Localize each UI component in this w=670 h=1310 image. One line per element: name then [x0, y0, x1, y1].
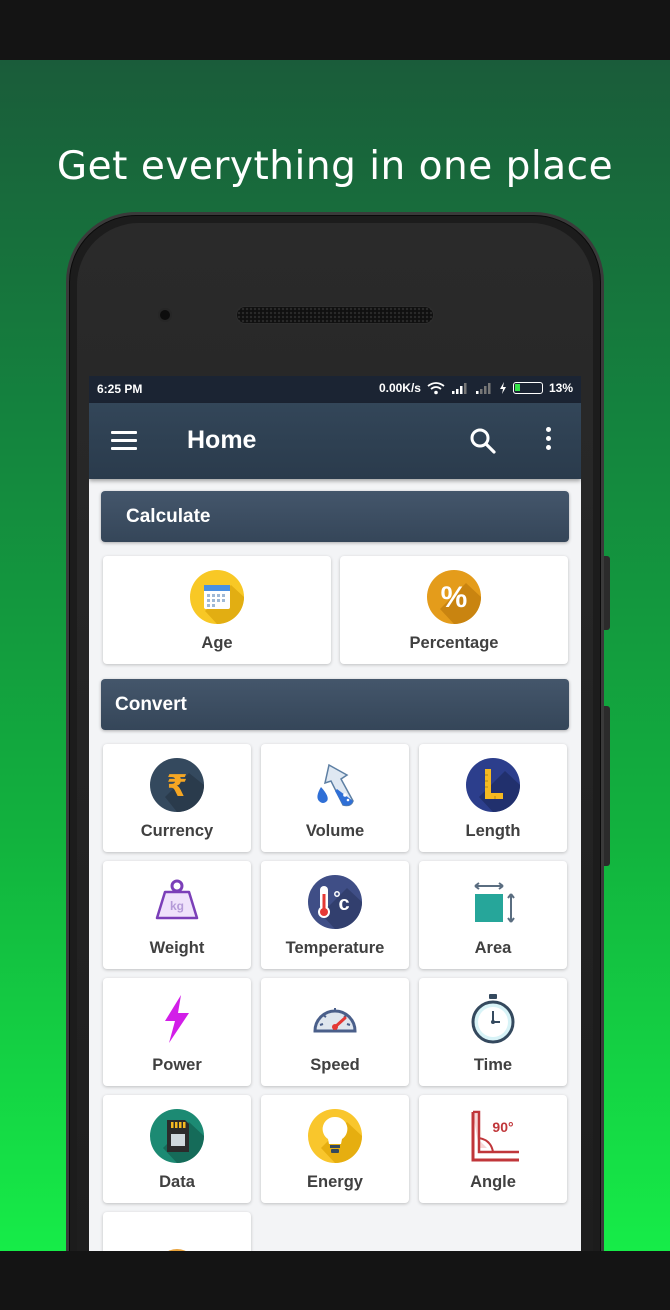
battery-percent: 13% [548, 381, 573, 395]
phone-power-button [604, 706, 610, 866]
tile-volume[interactable]: Volume [261, 744, 409, 852]
tile-label: Currency [140, 822, 214, 840]
tile-label: Length [465, 822, 521, 840]
tile-label: Age [201, 634, 233, 652]
tile-partial[interactable] [103, 1212, 251, 1251]
signal-icon [451, 383, 467, 394]
tile-label: Volume [305, 822, 365, 840]
tile-weight[interactable]: kg Weight [103, 861, 251, 969]
svg-text:c: c [338, 893, 349, 915]
tile-label: Temperature [285, 939, 385, 957]
more-options-icon[interactable] [539, 427, 557, 457]
promo-headline: Get everything in one place [56, 144, 614, 189]
tile-power[interactable]: Power [103, 978, 251, 1086]
status-bar: 6:25 PM 0.00K/s 13% [89, 376, 581, 403]
partial-icon [168, 1249, 186, 1251]
status-right: 0.00K/s 13% [379, 381, 573, 395]
phone-speaker [236, 306, 434, 324]
section-header-convert: Convert [101, 679, 569, 730]
section-header-calculate: Calculate [101, 491, 569, 542]
signal-icon-2 [475, 383, 491, 394]
tile-label: Speed [310, 1056, 360, 1074]
lightning-icon [165, 995, 189, 1043]
app-bar-title: Home [187, 426, 257, 454]
tile-temperature[interactable]: c Temperature [261, 861, 409, 969]
tile-data[interactable]: Data [103, 1095, 251, 1203]
tile-label: Data [159, 1173, 195, 1191]
tile-angle[interactable]: 90° Angle [419, 1095, 567, 1203]
tile-speed[interactable]: Speed [261, 978, 409, 1086]
tile-time[interactable]: Time [419, 978, 567, 1086]
top-letterbox [0, 0, 670, 60]
thermometer-icon: c [308, 875, 362, 929]
battery-icon [512, 382, 543, 394]
tile-percentage[interactable]: % Percentage [340, 556, 568, 664]
tile-area[interactable]: Area [419, 861, 567, 969]
charging-icon [499, 382, 506, 394]
speedometer-icon [313, 1008, 357, 1033]
tile-label: Power [152, 1056, 202, 1074]
ruler-icon [466, 758, 520, 812]
tile-length[interactable]: Length [419, 744, 567, 852]
tile-age[interactable]: Age [103, 556, 331, 664]
svg-text:kg: kg [170, 899, 184, 913]
tile-currency[interactable]: ₹ Currency [103, 744, 251, 852]
app-screen: 6:25 PM 0.00K/s 13% Home Calculate Age %… [89, 376, 581, 1251]
angle-icon: 90° [471, 1110, 519, 1162]
status-time: 6:25 PM [97, 382, 143, 396]
bottom-letterbox [0, 1251, 670, 1310]
tile-label: Time [473, 1056, 513, 1074]
rupee-icon: ₹ [150, 758, 204, 812]
svg-text:%: % [441, 581, 468, 614]
app-bar: Home [89, 403, 581, 479]
sd-card-icon [150, 1109, 204, 1163]
tile-label: Percentage [409, 634, 499, 652]
tile-label: Weight [149, 939, 205, 957]
tile-label: Angle [470, 1173, 516, 1191]
calendar-icon [190, 570, 244, 624]
stopwatch-icon [471, 994, 515, 1044]
hamburger-menu-icon[interactable] [111, 431, 141, 453]
svg-text:₹: ₹ [167, 769, 188, 804]
network-speed: 0.00K/s [378, 381, 421, 395]
svg-text:90°: 90° [492, 1119, 513, 1135]
area-icon [474, 882, 515, 923]
wifi-icon [427, 382, 445, 395]
weight-icon: kg [155, 879, 199, 920]
search-icon[interactable] [467, 425, 499, 457]
flask-icon [317, 763, 354, 807]
tile-label: Energy [307, 1173, 363, 1191]
phone-volume-button [604, 556, 610, 630]
percent-icon: % [427, 570, 481, 624]
phone-camera [158, 308, 172, 322]
tile-energy[interactable]: Energy [261, 1095, 409, 1203]
bulb-icon [308, 1109, 362, 1163]
tile-label: Area [474, 939, 512, 957]
